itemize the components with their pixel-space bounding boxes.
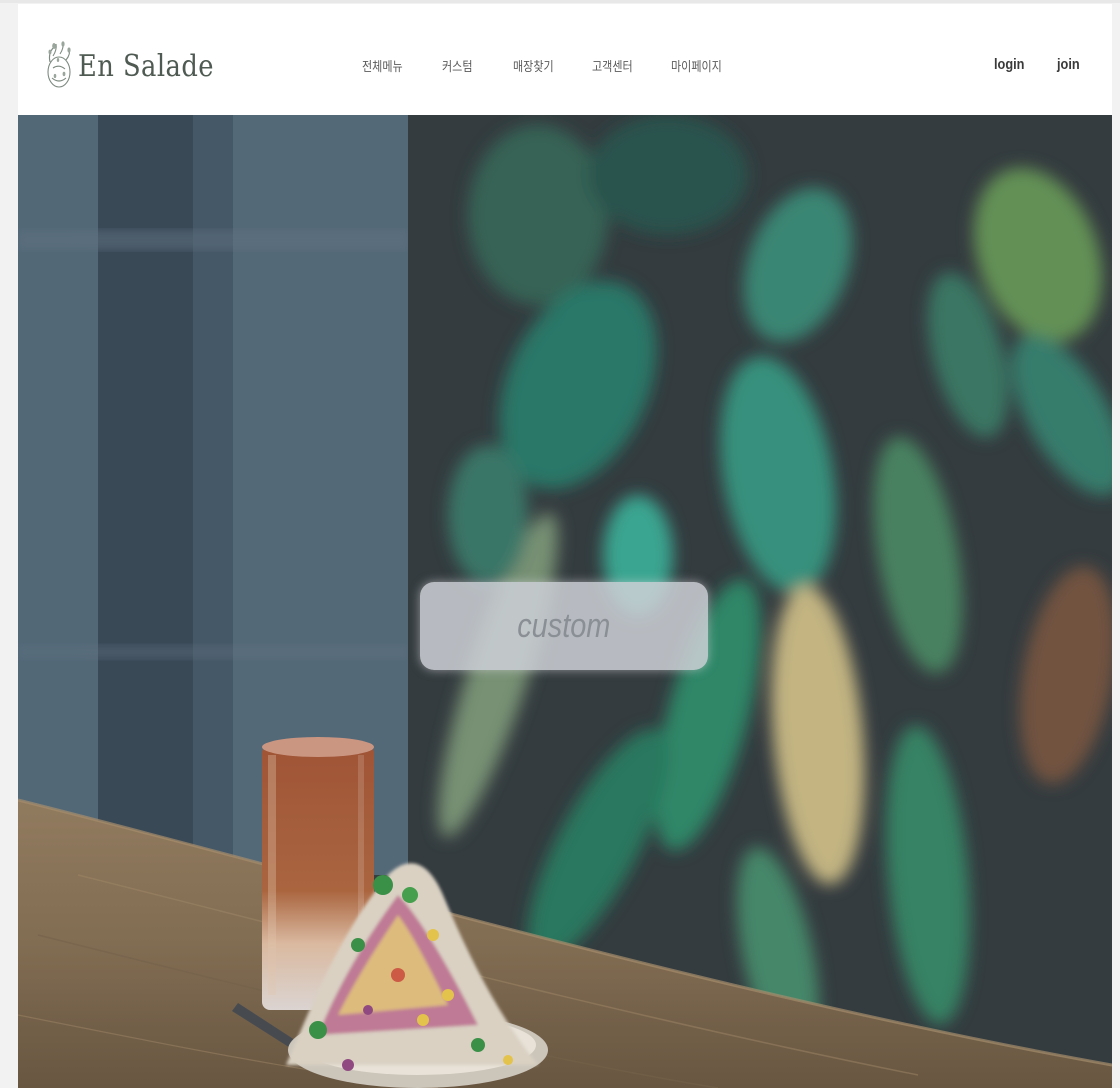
page: En Salade 전체메뉴 커스텀 매장찾기 고객센터 마이페이지 login… (0, 0, 1120, 1088)
brand-name: En Salade (78, 48, 215, 84)
brand-logo[interactable]: En Salade (44, 36, 236, 96)
join-link[interactable]: join (1057, 56, 1080, 73)
nav-item-my-page[interactable]: 마이페이지 (671, 56, 722, 75)
leaf-wreath-icon (47, 41, 71, 88)
top-divider (0, 0, 1120, 3)
nav-item-all-menu[interactable]: 전체메뉴 (362, 56, 403, 75)
nav-item-custom[interactable]: 커스텀 (442, 56, 473, 75)
custom-button[interactable]: custom (420, 582, 708, 670)
login-link[interactable]: login (994, 56, 1024, 73)
auth-links: login join (994, 56, 1085, 73)
nav-item-customer-center[interactable]: 고객센터 (592, 56, 633, 75)
hero-banner: custom (18, 115, 1112, 1088)
custom-button-label: custom (517, 606, 611, 645)
site-header: En Salade 전체메뉴 커스텀 매장찾기 고객센터 마이페이지 login… (18, 4, 1112, 115)
nav-item-store-finder[interactable]: 매장찾기 (513, 56, 554, 75)
